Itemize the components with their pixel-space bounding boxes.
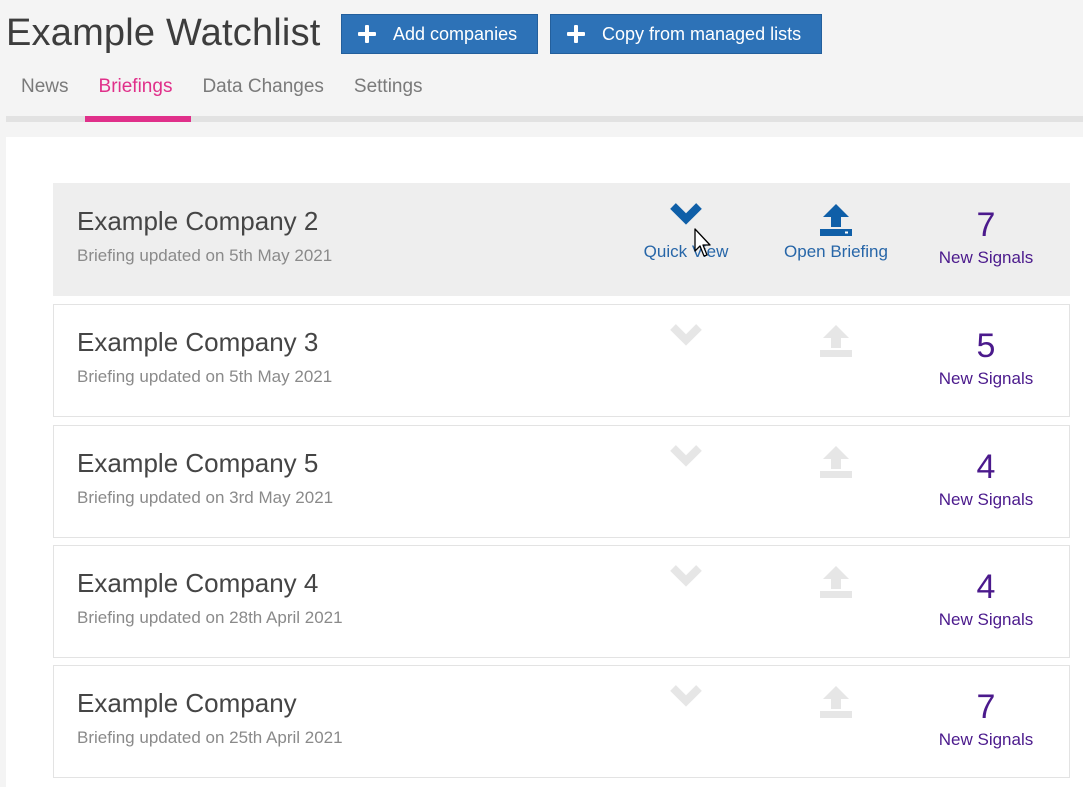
briefing-updated: Briefing updated on 5th May 2021 — [77, 246, 333, 265]
company-name: Example Company 2 — [77, 206, 319, 236]
company-name: Example Company 4 — [77, 568, 319, 598]
signals-count: 4 New Signals — [922, 448, 1050, 510]
quick-view-button[interactable] — [634, 564, 738, 604]
chevron-down-icon — [634, 202, 738, 242]
copy-managed-lists-button[interactable]: Copy from managed lists — [550, 14, 822, 54]
signals-label: New Signals — [938, 730, 1034, 749]
chevron-down-icon — [634, 444, 738, 484]
tab-settings[interactable]: Settings — [339, 66, 438, 122]
briefing-updated: Briefing updated on 25th April 2021 — [77, 728, 343, 747]
open-briefing-label: Open Briefing — [784, 242, 888, 261]
add-companies-label: Add companies — [393, 23, 518, 44]
upload-icon — [776, 684, 896, 724]
briefing-updated: Briefing updated on 5th May 2021 — [77, 367, 333, 386]
tab-briefings[interactable]: Briefings — [84, 66, 188, 122]
quick-view-button[interactable] — [634, 444, 738, 484]
briefing-row[interactable]: Example Company 2 Briefing updated on 5t… — [53, 183, 1070, 296]
signals-number: 7 — [976, 688, 996, 726]
briefing-row[interactable]: Example Company 5 Briefing updated on 3r… — [53, 425, 1070, 538]
page-title: Example Watchlist — [6, 12, 321, 54]
signals-label: New Signals — [938, 610, 1034, 629]
company-name: Example Company 3 — [77, 327, 319, 357]
signals-count: 7 New Signals — [922, 206, 1050, 268]
plus-icon — [358, 25, 376, 43]
chevron-down-icon — [634, 684, 738, 724]
signals-number: 5 — [976, 327, 996, 365]
briefing-updated: Briefing updated on 3rd May 2021 — [77, 488, 334, 507]
quick-view-button[interactable]: Quick View — [634, 202, 738, 262]
chevron-down-icon — [634, 564, 738, 604]
quick-view-button[interactable] — [634, 684, 738, 724]
open-briefing-button[interactable] — [776, 684, 896, 724]
add-companies-button[interactable]: Add companies — [341, 14, 538, 54]
signals-label: New Signals — [938, 490, 1034, 509]
open-briefing-button[interactable]: Open Briefing — [776, 202, 896, 262]
open-briefing-button[interactable] — [776, 564, 896, 604]
upload-icon — [776, 564, 896, 604]
quick-view-button[interactable] — [634, 323, 738, 363]
plus-icon — [567, 25, 585, 43]
chevron-down-icon — [634, 323, 738, 363]
tabs: News Briefings Data Changes Settings — [6, 66, 438, 122]
signals-count: 5 New Signals — [922, 327, 1050, 389]
open-briefing-button[interactable] — [776, 444, 896, 484]
tab-news[interactable]: News — [6, 66, 84, 122]
quick-view-label: Quick View — [643, 242, 729, 261]
signals-number: 7 — [976, 206, 996, 244]
upload-icon — [776, 202, 896, 242]
tab-data-changes[interactable]: Data Changes — [187, 66, 338, 122]
upload-icon — [776, 444, 896, 484]
open-briefing-button[interactable] — [776, 323, 896, 363]
signals-count: 4 New Signals — [922, 568, 1050, 630]
briefing-row[interactable]: Example Company 4 Briefing updated on 28… — [53, 545, 1070, 658]
signals-number: 4 — [976, 568, 996, 606]
briefing-row[interactable]: Example Company 3 Briefing updated on 5t… — [53, 304, 1070, 417]
signals-count: 7 New Signals — [922, 688, 1050, 750]
company-name: Example Company — [77, 688, 297, 718]
briefing-updated: Briefing updated on 28th April 2021 — [77, 608, 343, 627]
signals-label: New Signals — [938, 248, 1034, 267]
briefing-row[interactable]: Example Company Briefing updated on 25th… — [53, 665, 1070, 778]
company-name: Example Company 5 — [77, 448, 319, 478]
upload-icon — [776, 323, 896, 363]
signals-number: 4 — [976, 448, 996, 486]
copy-managed-lists-label: Copy from managed lists — [602, 23, 802, 44]
briefings-list: Example Company 2 Briefing updated on 5t… — [6, 137, 1083, 787]
signals-label: New Signals — [938, 369, 1034, 388]
mouse-pointer-icon — [694, 228, 711, 257]
